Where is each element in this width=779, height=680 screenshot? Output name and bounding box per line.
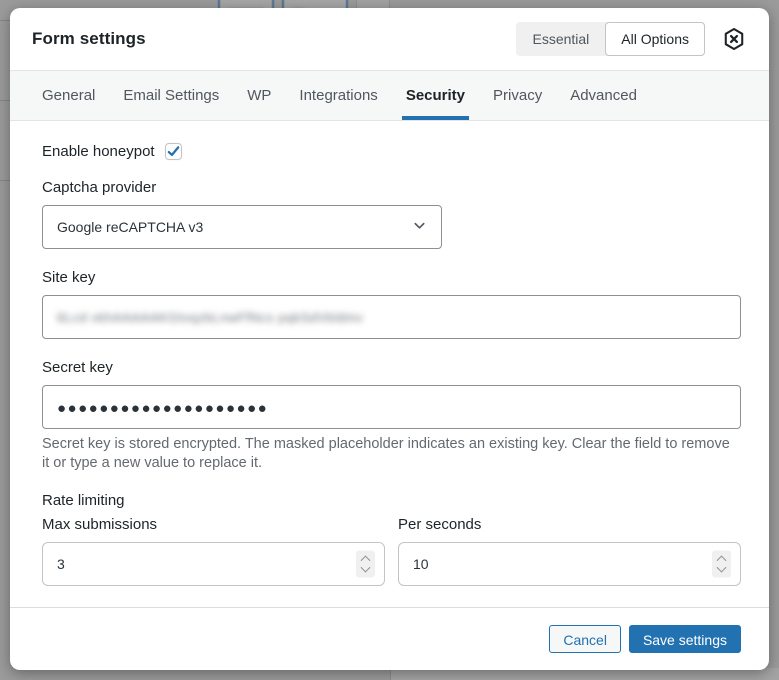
cancel-button[interactable]: Cancel [549, 625, 621, 653]
number-stepper-icon[interactable] [712, 551, 731, 578]
secret-key-input[interactable]: ●●●●●●●●●●●●●●●●●●●● [42, 385, 741, 429]
settings-tabbar: General Email Settings WP Integrations S… [10, 70, 769, 121]
max-submissions-input[interactable]: 3 [42, 542, 385, 586]
honeypot-row: Enable honeypot [42, 143, 741, 160]
secret-key-help-text: Secret key is stored encrypted. The mask… [42, 435, 741, 472]
max-submissions-value: 3 [57, 556, 65, 572]
honeypot-label: Enable honeypot [42, 143, 155, 160]
site-key-redacted-value: 6Lcd vkhAAAAAKGtvqzbLnwFfNcs pqkSdVkldmv [57, 310, 363, 325]
modal-header: Form settings Essential All Options [10, 8, 769, 70]
stepper-down-icon[interactable] [361, 563, 371, 573]
per-seconds-label: Per seconds [398, 516, 741, 533]
background-row-divider [0, 20, 10, 21]
site-key-group: Site key 6Lcd vkhAAAAAKGtvqzbLnwFfNcs pq… [42, 269, 741, 339]
tab-email-settings[interactable]: Email Settings [123, 71, 219, 120]
options-mode-toggle: Essential All Options [516, 22, 705, 56]
per-seconds-value: 10 [413, 556, 429, 572]
max-submissions-label: Max submissions [42, 516, 385, 533]
per-seconds-group: Per seconds 10 [398, 516, 741, 586]
toggle-all-options[interactable]: All Options [605, 22, 705, 56]
max-submissions-group: Max submissions 3 [42, 516, 385, 586]
close-icon[interactable] [719, 24, 749, 54]
per-seconds-input[interactable]: 10 [398, 542, 741, 586]
chevron-down-icon [412, 218, 427, 236]
form-settings-modal: Form settings Essential All Options Gene… [10, 8, 769, 670]
number-stepper-icon[interactable] [356, 551, 375, 578]
background-row-divider [0, 100, 10, 101]
rate-limiting-grid: Max submissions 3 Per seconds 10 [42, 516, 741, 586]
rate-limiting-section: Rate limiting Max submissions 3 Per seco… [42, 492, 741, 586]
secret-key-label: Secret key [42, 359, 741, 376]
tab-integrations[interactable]: Integrations [299, 71, 377, 120]
security-settings-panel: Enable honeypot Captcha provider Google … [10, 121, 769, 607]
modal-footer: Cancel Save settings [10, 607, 769, 670]
site-key-input[interactable]: 6Lcd vkhAAAAAKGtvqzbLnwFfNcs pqkSdVkldmv [42, 295, 741, 339]
tab-advanced[interactable]: Advanced [570, 71, 637, 120]
tab-security[interactable]: Security [406, 71, 465, 120]
secret-key-group: Secret key ●●●●●●●●●●●●●●●●●●●● [42, 359, 741, 429]
tab-wp[interactable]: WP [247, 71, 271, 120]
rate-limiting-label: Rate limiting [42, 492, 741, 509]
header-actions: Essential All Options [516, 22, 749, 56]
captcha-provider-label: Captcha provider [42, 179, 741, 196]
captcha-provider-value: Google reCAPTCHA v3 [57, 219, 203, 235]
background-row-divider [0, 180, 10, 181]
modal-title: Form settings [32, 29, 146, 49]
secret-key-masked-value: ●●●●●●●●●●●●●●●●●●●● [57, 399, 268, 416]
site-key-label: Site key [42, 269, 741, 286]
tab-general[interactable]: General [42, 71, 95, 120]
tab-privacy[interactable]: Privacy [493, 71, 542, 120]
captcha-provider-select[interactable]: Google reCAPTCHA v3 [42, 205, 442, 249]
captcha-provider-group: Captcha provider Google reCAPTCHA v3 [42, 179, 741, 249]
toggle-essential[interactable]: Essential [516, 22, 605, 56]
save-settings-button[interactable]: Save settings [629, 625, 741, 653]
stepper-down-icon[interactable] [717, 563, 727, 573]
honeypot-checkbox[interactable] [165, 143, 182, 160]
